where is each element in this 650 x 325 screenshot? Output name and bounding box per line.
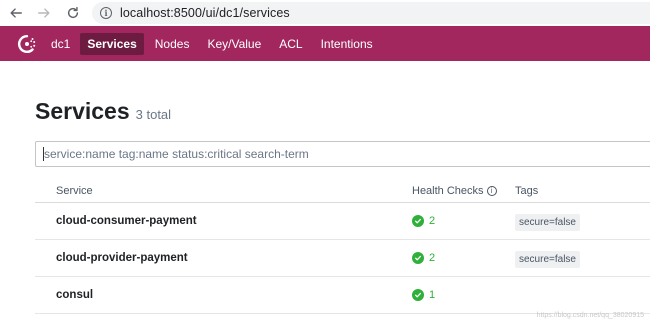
nav-item-intentions[interactable]: Intentions [314,33,380,55]
nav-item-acl[interactable]: ACL [272,33,309,55]
main-menu: Services Nodes Key/Value ACL Intentions [80,32,383,55]
datacenter-selector[interactable]: dc1 [51,37,70,51]
url-text: localhost:8500/ui/dc1/services [120,6,290,20]
consul-logo-icon[interactable] [17,34,37,54]
reload-icon[interactable] [62,2,84,24]
nav-item-services[interactable]: Services [80,32,144,55]
table-row[interactable]: cloud-provider-payment 2 secure=false [35,240,650,277]
services-table: Service Health Checks i Tags cloud-consu… [35,179,650,314]
header-tags: Tags [515,184,539,197]
health-check-cell: 1 [412,289,515,301]
passing-check-icon [412,252,424,264]
page-header: Services 3 total [35,98,171,125]
browser-toolbar: i localhost:8500/ui/dc1/services [0,0,650,26]
header-service: Service [56,184,93,197]
table-row[interactable]: cloud-consumer-payment 2 secure=false [35,203,650,240]
tags-cell: secure=false [515,212,650,231]
passing-count: 2 [429,215,436,227]
passing-count: 1 [429,289,436,301]
passing-count: 2 [429,252,436,264]
address-bar[interactable]: i localhost:8500/ui/dc1/services [92,2,650,24]
service-name[interactable]: cloud-consumer-payment [35,215,412,227]
health-check-cell: 2 [412,215,515,227]
page-title: Services [35,98,130,124]
header-health-checks-label: Health Checks [412,184,484,197]
passing-check-icon [412,215,424,227]
back-arrow-icon[interactable] [5,2,27,24]
site-info-icon[interactable]: i [100,7,112,19]
forward-arrow-icon[interactable] [33,2,55,24]
service-name[interactable]: consul [35,289,412,301]
nav-item-nodes[interactable]: Nodes [148,33,197,55]
passing-check-icon [412,289,424,301]
tag-badge: secure=false [515,250,580,268]
main-content: Services 3 total Service Health Checks i… [0,61,650,325]
service-count: 3 total [135,107,172,122]
health-check-cell: 2 [412,252,515,264]
table-row[interactable]: consul 1 [35,277,650,314]
nav-item-key-value[interactable]: Key/Value [200,33,268,55]
consul-navbar: dc1 Services Nodes Key/Value ACL Intenti… [0,26,650,61]
tags-cell: secure=false [515,249,650,268]
search-input[interactable] [44,147,634,161]
help-icon[interactable]: i [486,185,497,196]
watermark: https://blog.csdn.net/qq_38020915 [536,312,644,319]
header-health-checks: Health Checks i [412,185,515,197]
tag-badge: secure=false [515,213,580,231]
search-box[interactable] [35,141,650,167]
service-name[interactable]: cloud-provider-payment [35,252,412,264]
table-header: Service Health Checks i Tags [35,179,650,203]
